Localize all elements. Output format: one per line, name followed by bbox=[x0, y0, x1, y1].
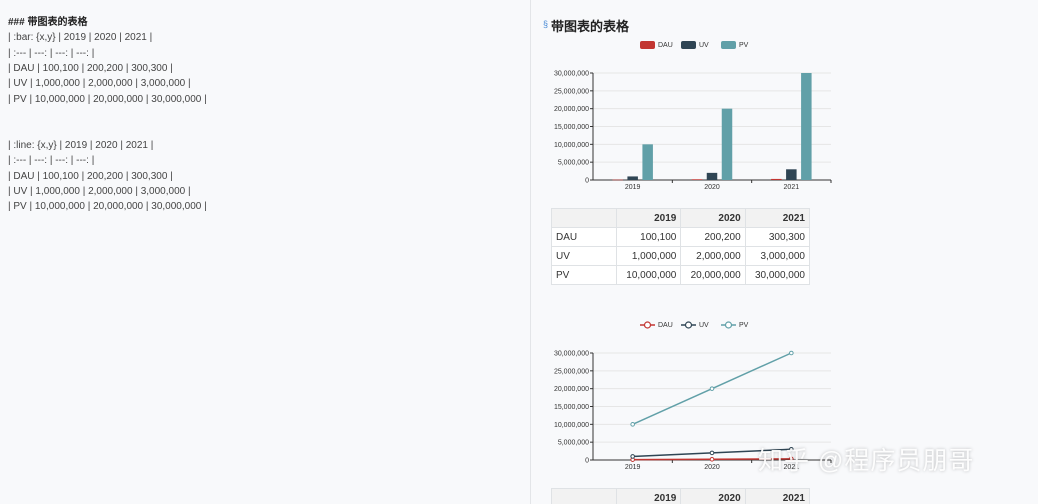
y-tick-label: 30,000,000 bbox=[554, 351, 589, 358]
table-row: UV 1,000,000 2,000,000 3,000,000 bbox=[551, 246, 811, 266]
bar-dau-2019[interactable] bbox=[612, 179, 623, 181]
table-cell: 10,000,000 bbox=[615, 265, 682, 285]
table-cell: 3,000,000 bbox=[744, 246, 811, 266]
table-header-cell: 2020 bbox=[680, 488, 746, 504]
table-header-cell: 2021 bbox=[744, 208, 811, 228]
preview-heading: 带图表的表格 bbox=[551, 19, 630, 34]
table-cell: PV bbox=[551, 265, 617, 285]
table-cell: 20,000,000 bbox=[680, 265, 746, 285]
editor-line[interactable]: | :--- | ---: | ---: | ---: | bbox=[8, 47, 94, 61]
table-header-cell: 2020 bbox=[680, 208, 746, 228]
editor-line[interactable]: | :line: {x,y} | 2019 | 2020 | 2021 | bbox=[8, 139, 153, 153]
y-tick-label: 10,000,000 bbox=[554, 142, 589, 149]
legend-item-dau[interactable]: DAU bbox=[640, 321, 673, 329]
editor-line[interactable]: | PV | 10,000,000 | 20,000,000 | 30,000,… bbox=[8, 200, 207, 214]
preview-pane: § 带图表的表格 DAU UV PV 0 5,000,000 10,000,000 15,0… bbox=[531, 0, 1038, 504]
legend-item-uv[interactable]: UV bbox=[681, 41, 709, 49]
y-tick-label: 25,000,000 bbox=[554, 368, 589, 375]
legend-marker bbox=[684, 321, 693, 329]
editor-line[interactable]: | :--- | ---: | ---: | ---: | bbox=[8, 154, 94, 168]
point-pv-2020[interactable] bbox=[709, 386, 715, 391]
y-tick-label: 20,000,000 bbox=[554, 386, 589, 393]
table-header-cell bbox=[551, 208, 617, 228]
bar-pv-2019[interactable] bbox=[642, 144, 653, 180]
point-uv-2020[interactable] bbox=[709, 450, 715, 456]
legend-swatch bbox=[640, 41, 655, 49]
bar-dau-2021[interactable] bbox=[771, 178, 782, 180]
legend-item-pv[interactable]: PV bbox=[721, 41, 749, 49]
legend-label: DAU bbox=[658, 42, 673, 49]
bar-uv-2021[interactable] bbox=[786, 169, 797, 180]
markdown-editor-pane[interactable]: ### 带图表的表格 | :bar: {x,y} | 2019 | 2020 | … bbox=[0, 0, 530, 504]
y-tick-label: 15,000,000 bbox=[554, 124, 589, 131]
y-tick-label: 5,000,000 bbox=[558, 160, 589, 167]
data-table-2: 2019 2020 2021 bbox=[551, 488, 811, 504]
bar-pv-2021[interactable] bbox=[801, 73, 812, 180]
y-tick-label: 0 bbox=[585, 178, 589, 185]
table-header-cell: 2019 bbox=[615, 488, 682, 504]
table-header-cell bbox=[551, 488, 617, 504]
y-tick-label: 15,000,000 bbox=[554, 404, 589, 411]
legend-swatch bbox=[681, 41, 696, 49]
bar-chart: DAU UV PV 0 5,000,000 10,000,000 15,000,000 20,… bbox=[554, 41, 832, 191]
editor-line[interactable]: | PV | 10,000,000 | 20,000,000 | 30,000,… bbox=[8, 93, 207, 107]
link-icon[interactable]: § bbox=[543, 19, 548, 29]
bar-uv-2020[interactable] bbox=[706, 172, 718, 180]
table-cell: 300,300 bbox=[744, 227, 811, 247]
legend-label: UV bbox=[699, 42, 709, 49]
point-pv-2019[interactable] bbox=[630, 422, 635, 427]
bar-dau-2020[interactable] bbox=[691, 179, 703, 180]
point-dau-2020[interactable] bbox=[709, 456, 715, 462]
table-cell: 2,000,000 bbox=[680, 246, 746, 266]
editor-line[interactable]: | UV | 1,000,000 | 2,000,000 | 3,000,000… bbox=[8, 185, 191, 199]
point-uv-2019[interactable] bbox=[630, 454, 635, 459]
table-cell: DAU bbox=[551, 227, 617, 247]
y-tick-label: 20,000,000 bbox=[554, 106, 589, 113]
table-header-cell: 2021 bbox=[744, 488, 811, 504]
table-row: PV 10,000,000 20,000,000 30,000,000 bbox=[551, 265, 811, 285]
bar-uv-2019[interactable] bbox=[627, 176, 638, 180]
table-header-row: 2019 2020 2021 bbox=[551, 208, 811, 228]
table-header-cell: 2019 bbox=[615, 208, 682, 228]
editor-line[interactable]: ### 带图表的表格 bbox=[8, 16, 87, 30]
legend-item-pv[interactable]: PV bbox=[721, 321, 749, 329]
watermark: 知乎 @程序员朋哥 bbox=[758, 447, 975, 475]
x-tick-label: 2019 bbox=[625, 184, 641, 191]
legend-label: PV bbox=[739, 322, 749, 329]
table-cell: 1,000,000 bbox=[615, 246, 682, 266]
table-cell: 200,200 bbox=[680, 227, 746, 247]
bar-pv-2020[interactable] bbox=[721, 108, 733, 180]
table-header-row: 2019 2020 2021 bbox=[551, 488, 811, 504]
legend-label: DAU bbox=[658, 322, 673, 329]
editor-line[interactable]: | DAU | 100,100 | 200,200 | 300,300 | bbox=[8, 62, 173, 76]
y-tick-label: 25,000,000 bbox=[554, 88, 589, 95]
x-tick-label: 2019 bbox=[625, 464, 641, 471]
y-tick-label: 30,000,000 bbox=[554, 71, 589, 78]
editor-line[interactable]: | UV | 1,000,000 | 2,000,000 | 3,000,000… bbox=[8, 77, 191, 91]
legend-marker bbox=[643, 321, 652, 329]
legend-item-dau[interactable]: DAU bbox=[640, 41, 673, 49]
table-cell: UV bbox=[551, 246, 617, 266]
table-row: DAU 100,100 200,200 300,300 bbox=[551, 227, 811, 247]
legend-item-uv[interactable]: UV bbox=[681, 321, 709, 329]
editor-line[interactable]: | DAU | 100,100 | 200,200 | 300,300 | bbox=[8, 170, 173, 184]
y-tick-label: 5,000,000 bbox=[558, 440, 589, 447]
editor-line[interactable]: | :bar: {x,y} | 2019 | 2020 | 2021 | bbox=[8, 31, 152, 45]
legend-marker bbox=[724, 321, 733, 329]
data-table: 2019 2020 2021 DAU 100,100 200,200 300,3… bbox=[551, 208, 811, 285]
x-tick-label: 2021 bbox=[784, 184, 800, 191]
legend-swatch bbox=[721, 41, 736, 49]
table-cell: 30,000,000 bbox=[744, 265, 811, 285]
y-tick-label: 0 bbox=[585, 458, 589, 465]
legend-label: UV bbox=[699, 322, 709, 329]
x-tick-label: 2020 bbox=[704, 184, 720, 191]
x-tick-label: 2020 bbox=[704, 464, 720, 471]
legend-label: PV bbox=[739, 42, 749, 49]
y-tick-label: 10,000,000 bbox=[554, 422, 589, 429]
point-pv-2021[interactable] bbox=[789, 350, 794, 356]
table-cell: 100,100 bbox=[615, 227, 682, 247]
